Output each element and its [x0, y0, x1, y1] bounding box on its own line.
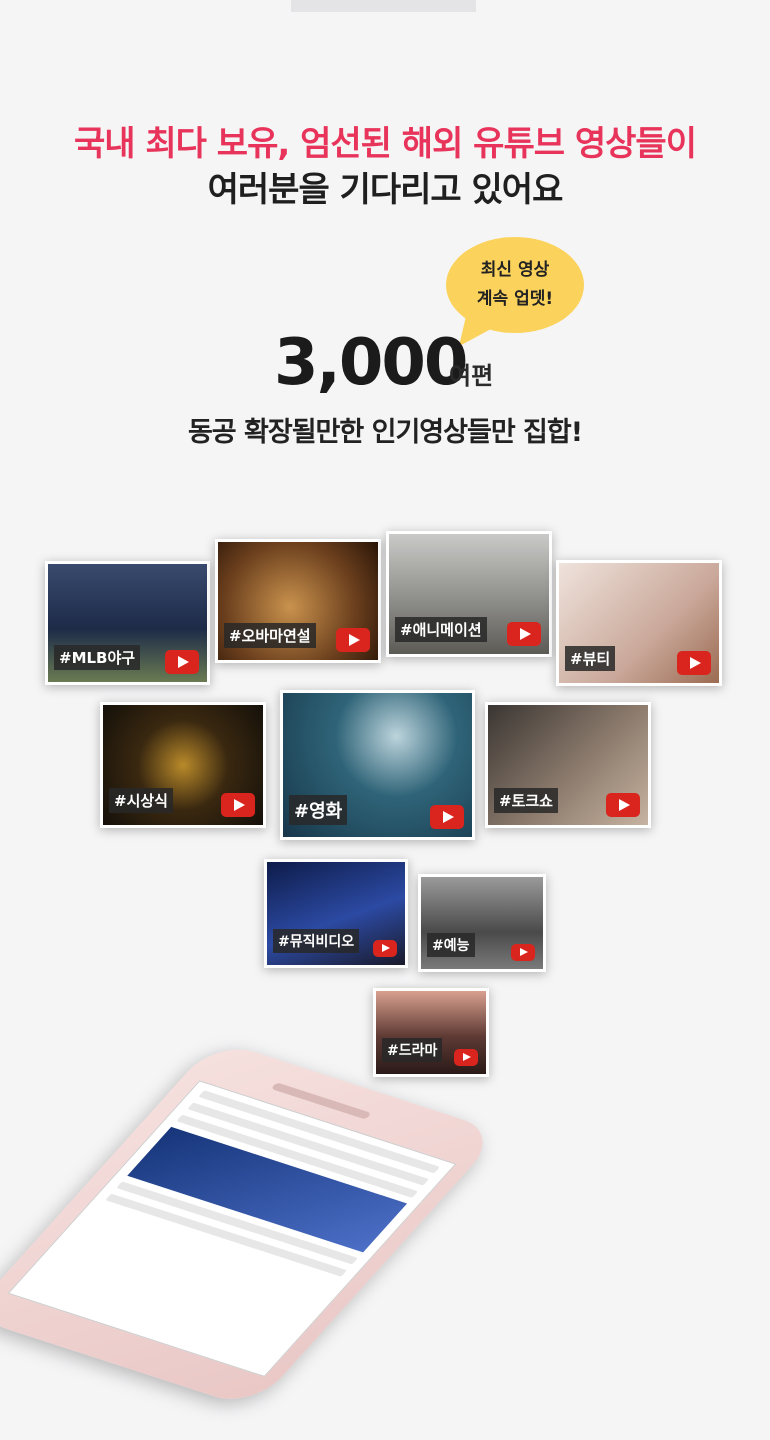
card-tag: #예능 — [427, 933, 475, 957]
card-tag: #MLB야구 — [54, 645, 141, 670]
video-card-obama[interactable]: #오바마연설 — [215, 539, 381, 663]
video-count-suffix: 여편 — [449, 362, 494, 390]
headline-red: 국내 최다 보유, 엄선된 해외 유튜브 영상들이 — [74, 124, 697, 164]
play-icon[interactable] — [606, 793, 640, 817]
speech-bubble-text: 최신 영상 계속 업뎃! — [446, 256, 584, 314]
headline-black: 여러분을 기다리고 있어요 — [207, 170, 564, 210]
video-card-mlb[interactable]: #MLB야구 — [45, 561, 210, 685]
card-tag: #뮤직비디오 — [273, 929, 360, 953]
card-tag: #영화 — [289, 795, 348, 825]
video-card-movie[interactable]: #영화 — [280, 690, 475, 840]
play-icon[interactable] — [336, 628, 370, 652]
video-count: 3,000 — [274, 326, 468, 400]
card-tag: #애니메이션 — [395, 617, 487, 642]
card-tag: #오바마연설 — [224, 623, 316, 648]
play-icon[interactable] — [430, 805, 464, 829]
play-icon[interactable] — [373, 940, 397, 957]
card-tag: #토크쇼 — [494, 788, 558, 813]
play-icon[interactable] — [511, 944, 535, 961]
bubble-line-2: 계속 업뎃! — [476, 289, 554, 309]
subline: 동공 확장될만한 인기영상들만 집합! — [187, 417, 583, 448]
play-icon[interactable] — [507, 622, 541, 646]
video-card-music[interactable]: #뮤직비디오 — [264, 859, 408, 968]
phone-mockup — [0, 1018, 597, 1440]
video-card-animation[interactable]: #애니메이션 — [386, 531, 552, 657]
video-card-awards[interactable]: #시상식 — [100, 702, 266, 828]
play-icon[interactable] — [165, 650, 199, 674]
play-icon[interactable] — [454, 1049, 478, 1066]
play-icon[interactable] — [677, 651, 711, 675]
video-card-talkshow[interactable]: #토크쇼 — [485, 702, 651, 828]
bubble-line-1: 최신 영상 — [480, 260, 550, 280]
video-card-variety[interactable]: #예능 — [418, 874, 546, 972]
video-card-drama[interactable]: #드라마 — [373, 988, 489, 1077]
card-tag: #뷰티 — [565, 646, 616, 671]
top-tab — [291, 0, 476, 12]
video-card-beauty[interactable]: #뷰티 — [556, 560, 722, 686]
card-tag: #시상식 — [109, 788, 173, 813]
play-icon[interactable] — [221, 793, 255, 817]
card-tag: #드라마 — [382, 1038, 443, 1062]
